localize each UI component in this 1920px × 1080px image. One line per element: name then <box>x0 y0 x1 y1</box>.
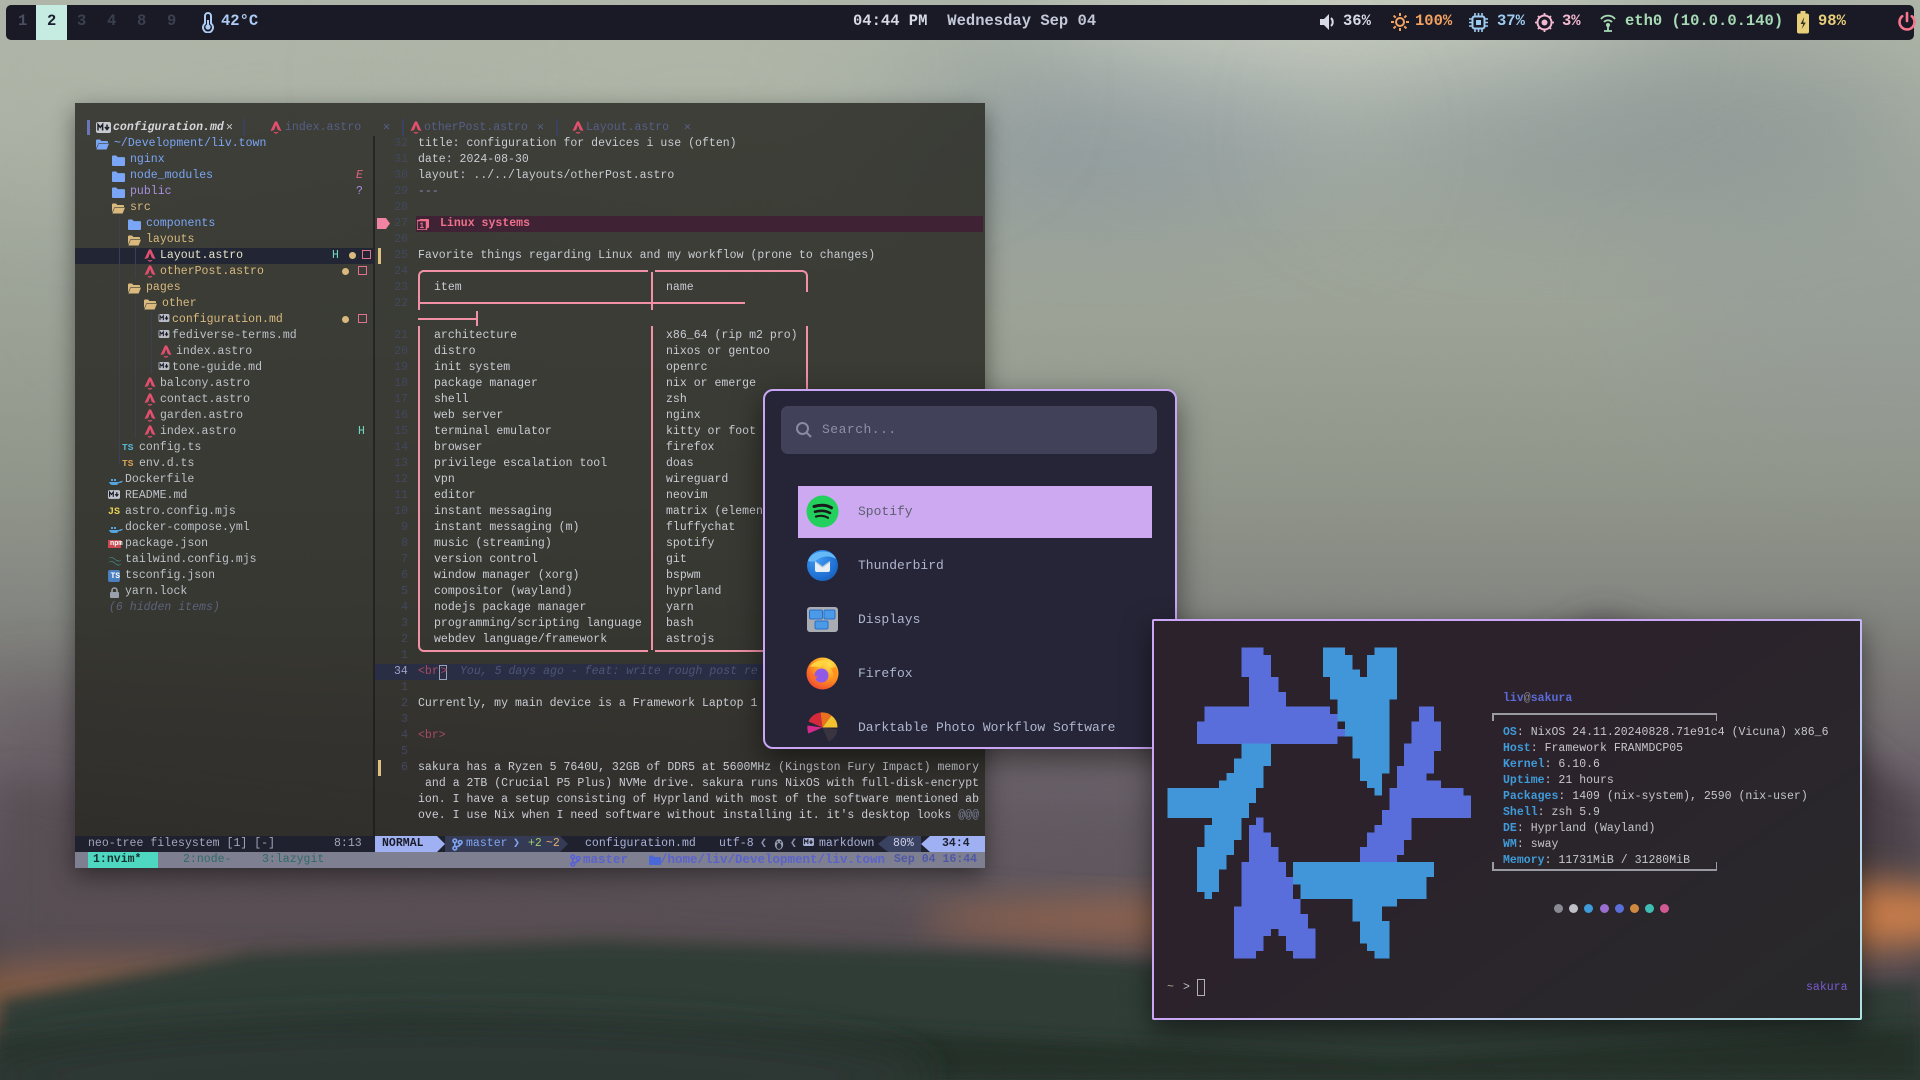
svg-text:1: 1 <box>419 222 424 230</box>
